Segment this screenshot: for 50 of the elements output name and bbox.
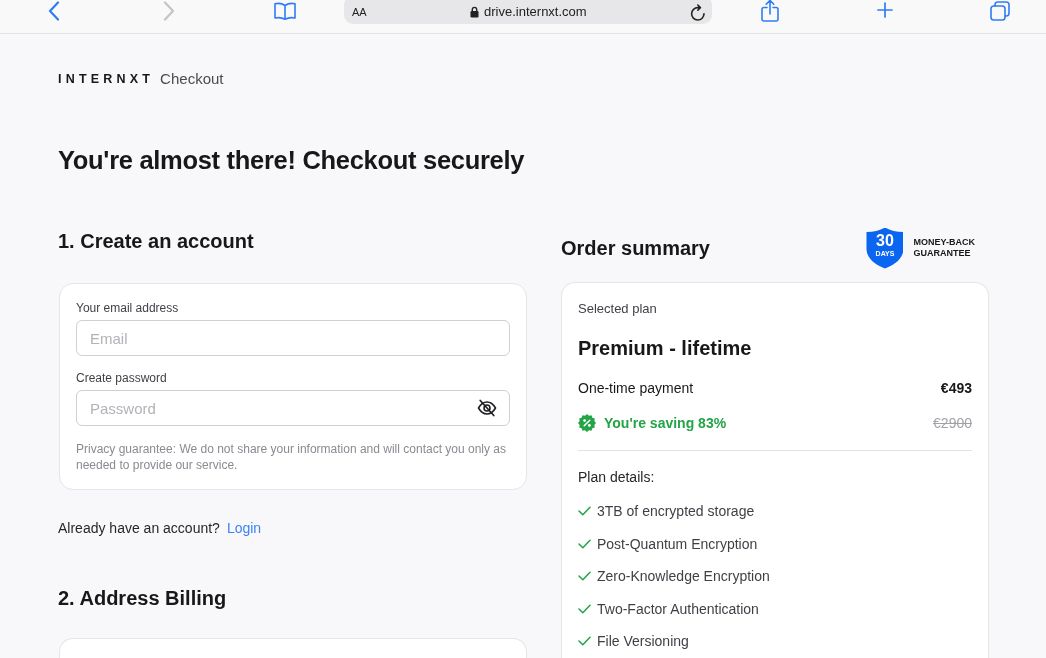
check-icon bbox=[578, 636, 591, 646]
privacy-note: Privacy guarantee: We do not share your information and will contact you only as needed to provide our service. bbox=[76, 441, 507, 473]
page-heading: You're almost there! Checkout securely bbox=[58, 145, 525, 176]
selected-plan-label: Selected plan bbox=[578, 300, 658, 318]
check-icon bbox=[578, 571, 591, 581]
feature-text: Two-Factor Authentication bbox=[597, 599, 759, 619]
email-field[interactable]: Email bbox=[76, 320, 510, 356]
payment-label: One-time payment bbox=[578, 379, 694, 398]
feature-text: Post-Quantum Encryption bbox=[597, 534, 758, 554]
share-icon bbox=[761, 0, 779, 22]
share-button[interactable] bbox=[761, 0, 779, 22]
section-title: 1. Create an account bbox=[58, 229, 254, 254]
plan-details-label: Plan details: bbox=[578, 468, 656, 487]
logo-wordmark: INTERNXT bbox=[58, 70, 155, 88]
open-book-icon bbox=[274, 2, 296, 20]
feature-text: Zero-Knowledge Encryption bbox=[597, 567, 770, 586]
chevron-left-icon bbox=[48, 1, 60, 21]
section-title: Order summary bbox=[561, 236, 710, 261]
feature-text: 3TB of encrypted storage bbox=[597, 502, 755, 521]
password-field[interactable]: Password bbox=[76, 390, 510, 426]
reload-icon[interactable] bbox=[690, 3, 706, 21]
back-button[interactable] bbox=[48, 1, 60, 21]
check-icon bbox=[578, 603, 591, 614]
check-icon bbox=[578, 506, 591, 516]
field-label: Create password bbox=[76, 370, 168, 386]
feature-text: File Versioning bbox=[597, 632, 689, 651]
text-size-button[interactable]: AA bbox=[352, 3, 367, 21]
overlapping-squares-icon bbox=[990, 1, 1010, 21]
logo-subtitle: Checkout bbox=[160, 68, 224, 89]
check-icon bbox=[578, 538, 591, 549]
field-label: Your email address bbox=[76, 300, 180, 316]
bookmarks-button[interactable] bbox=[274, 2, 296, 20]
new-tab-button[interactable] bbox=[877, 2, 893, 18]
tabs-button[interactable] bbox=[990, 1, 1010, 21]
url-text: drive.internxt.com bbox=[484, 3, 587, 22]
section-title: 2. Address Billing bbox=[58, 586, 227, 611]
chevron-right-icon bbox=[163, 1, 175, 21]
plan-name: Premium - lifetime bbox=[578, 336, 753, 361]
days-count: 30 bbox=[876, 232, 894, 249]
original-price: €2900 bbox=[933, 414, 972, 433]
login-prompt: Already have an account? bbox=[58, 519, 220, 538]
guarantee-text: MONEY-BACK GUARANTEE bbox=[913, 237, 975, 259]
price: €493 bbox=[940, 379, 972, 398]
percent-badge-icon bbox=[578, 414, 596, 432]
lock-icon bbox=[470, 6, 480, 18]
address-bar[interactable]: AA drive.internxt.com bbox=[344, 0, 712, 24]
saving-text: You're saving 83% bbox=[604, 414, 727, 433]
login-link[interactable]: Login bbox=[226, 518, 262, 538]
plus-icon bbox=[877, 2, 893, 18]
eye-slash-icon[interactable] bbox=[477, 399, 497, 417]
